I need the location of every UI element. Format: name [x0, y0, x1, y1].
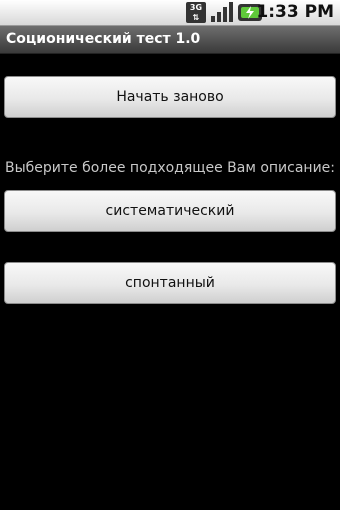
restart-button[interactable]: Начать заново — [4, 76, 336, 118]
network-3g-icon: 3G ⇅ — [186, 2, 206, 23]
app-title: Соционический тест 1.0 — [6, 31, 201, 47]
signal-strength-icon — [211, 2, 233, 22]
option-spontaneous-button[interactable]: спонтанный — [4, 262, 336, 304]
option-systematic-button[interactable]: систематический — [4, 190, 336, 232]
title-bar: Соционический тест 1.0 — [0, 26, 340, 54]
status-bar: 3G ⇅ 1:33 PM — [0, 0, 340, 26]
status-time: 1:33 PM — [256, 2, 334, 22]
question-prompt: Выберите более подходящее Вам описание: — [4, 160, 336, 176]
